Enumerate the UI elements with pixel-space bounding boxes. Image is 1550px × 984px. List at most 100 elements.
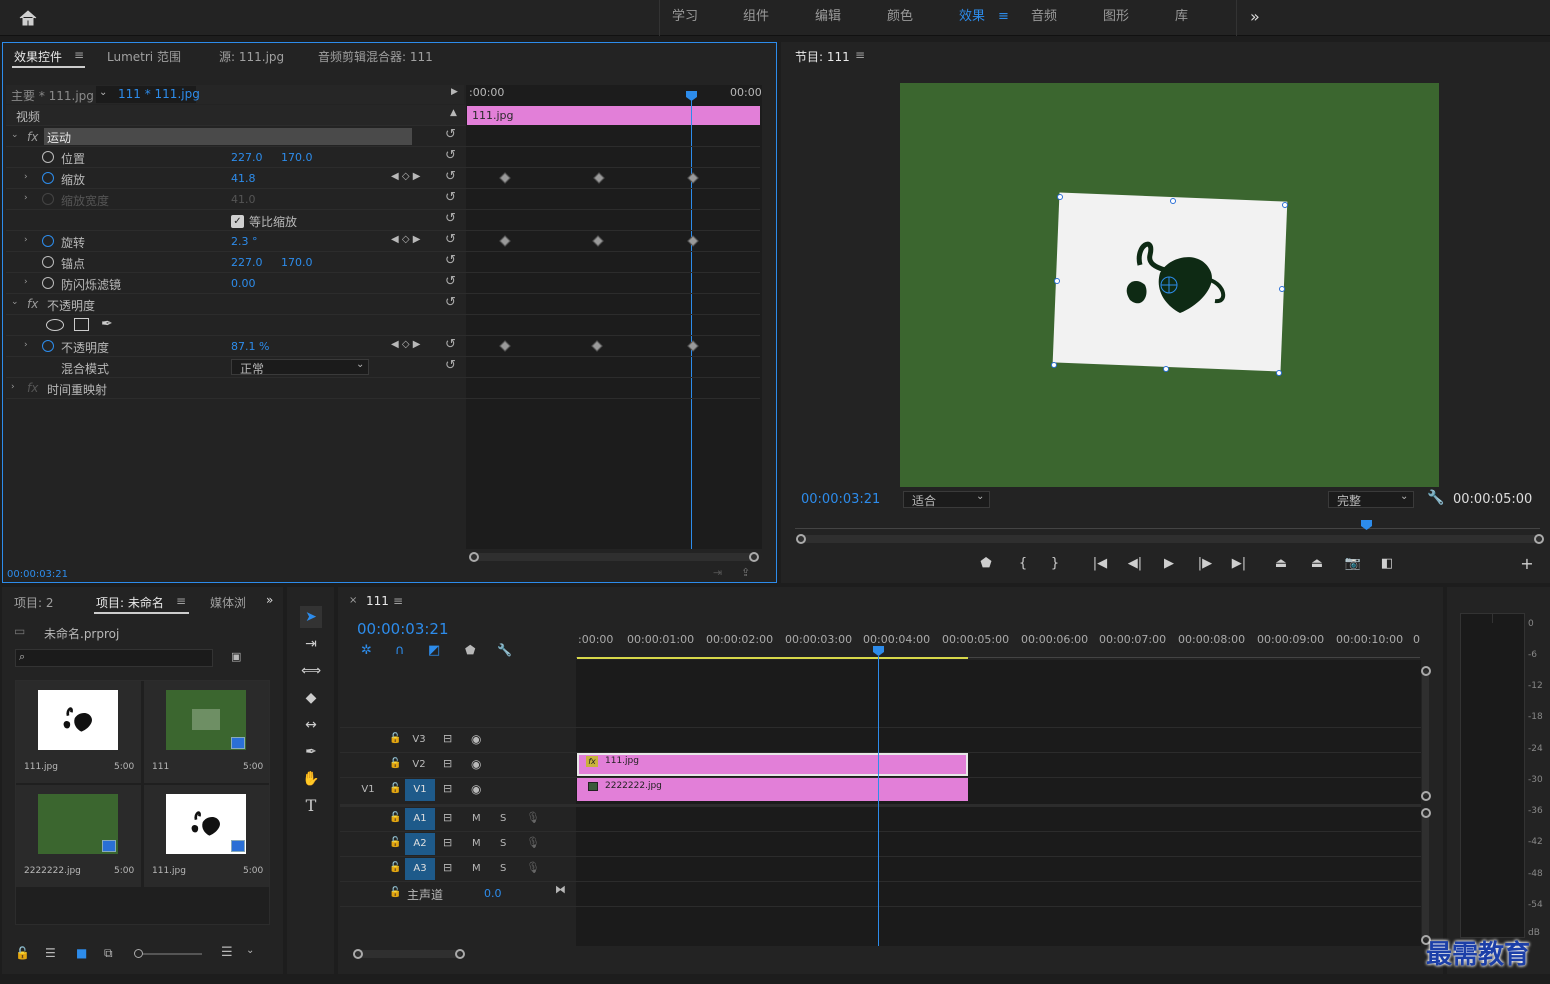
position-x-value[interactable]: 227.0 (231, 151, 263, 164)
audio-vscroll[interactable] (1422, 812, 1429, 940)
sync-icon[interactable]: ⊟ (443, 811, 452, 824)
zoom-scrollbar[interactable] (470, 553, 758, 561)
rotation-value[interactable]: 2.3 ° (231, 235, 258, 248)
extract-icon[interactable]: ⏏ (1308, 556, 1326, 572)
tab-sequence[interactable]: 111 (366, 594, 389, 608)
compare-icon[interactable]: ◧ (1378, 556, 1396, 572)
chevron-down-icon[interactable]: ⌄ (246, 945, 254, 956)
mark-in-icon[interactable]: { (1014, 556, 1032, 572)
expand-icon[interactable]: › (24, 340, 28, 350)
timeline-timecode[interactable]: 00:00:03:21 (357, 620, 449, 638)
add-marker-icon[interactable]: ⬟ (465, 643, 475, 657)
workspace-audio[interactable]: 音频 (1031, 0, 1057, 36)
step-forward-icon[interactable]: |▶ (1196, 556, 1214, 572)
track-label-v2[interactable]: V2 (409, 756, 429, 774)
reset-icon[interactable]: ↺ (445, 296, 459, 310)
scroll-handle[interactable] (353, 949, 363, 959)
scroll-handle[interactable] (1421, 666, 1431, 676)
selection-tool-icon[interactable]: ➤ (300, 606, 322, 628)
expand-icon[interactable]: › (24, 235, 28, 245)
solo-button[interactable]: S (500, 863, 506, 874)
reset-icon[interactable]: ↺ (445, 170, 459, 184)
track-label-a1[interactable]: A1 (405, 808, 435, 830)
stopwatch-icon[interactable] (42, 256, 54, 268)
transform-handle[interactable] (1170, 198, 1176, 204)
scroll-handle[interactable] (1421, 791, 1431, 801)
scroll-handle[interactable] (1534, 534, 1544, 544)
effect-timecode[interactable]: 00:00:03:21 (7, 569, 68, 580)
go-to-edit-icon[interactable]: ⧓ (555, 883, 566, 896)
track-label-a3[interactable]: A3 (405, 858, 435, 880)
go-to-in-icon[interactable]: |◀ (1091, 556, 1109, 572)
new-bin-icon[interactable]: ▣ (231, 650, 241, 663)
list-view-icon[interactable]: ☰ (45, 946, 56, 960)
panel-menu-icon[interactable]: ≡ (393, 594, 403, 608)
anchor-x-value[interactable]: 227.0 (231, 256, 263, 269)
razor-tool-icon[interactable]: ◆ (300, 687, 322, 709)
transform-handle[interactable] (1282, 202, 1288, 208)
transform-handle[interactable] (1057, 194, 1063, 200)
play-icon[interactable]: ▶ (1160, 556, 1178, 572)
track-select-tool-icon[interactable]: ⇥ (300, 633, 322, 655)
export-icon[interactable]: ⇥ (713, 566, 722, 579)
workspace-color[interactable]: 颜色 (887, 0, 913, 36)
tab-lumetri-scopes[interactable]: Lumetri 范围 (107, 48, 181, 65)
clip-selector[interactable]: 111 * 111.jpg (118, 87, 200, 101)
keyframe-nav[interactable]: ◀ ◇ ▶ (391, 171, 420, 182)
mute-button[interactable]: M (472, 863, 481, 874)
panel-menu-icon[interactable]: ≡ (176, 594, 186, 608)
master-volume-value[interactable]: 0.0 (484, 887, 502, 900)
tab-audio-clip-mixer[interactable]: 音频剪辑混合器: 111 (318, 48, 433, 65)
timeline-hscroll[interactable] (356, 950, 461, 958)
transform-handle[interactable] (1279, 286, 1285, 292)
mute-button[interactable]: M (472, 838, 481, 849)
panel-menu-icon[interactable]: ≡ (74, 48, 84, 62)
nest-icon[interactable]: ✲ (361, 643, 372, 658)
icon-view-icon[interactable]: ■ (76, 946, 87, 960)
sync-icon[interactable]: ⊟ (443, 732, 452, 745)
home-icon[interactable] (18, 9, 38, 27)
zoom-slider[interactable] (136, 953, 202, 955)
program-title[interactable]: 节目: 111 (795, 48, 850, 65)
reset-icon[interactable]: ↺ (445, 275, 459, 289)
motion-header-bar[interactable] (44, 128, 412, 145)
mic-icon[interactable]: 🎙 (526, 811, 540, 824)
expand-icon[interactable]: › (24, 172, 28, 182)
workspace-editing[interactable]: 编辑 (815, 0, 841, 36)
scroll-handle[interactable] (1421, 808, 1431, 818)
reset-icon[interactable]: ↺ (445, 212, 459, 226)
eye-icon[interactable]: ◉ (471, 757, 481, 771)
linked-selection-icon[interactable]: ◩ (428, 643, 440, 658)
share-icon[interactable]: ⇪ (741, 566, 750, 579)
reset-icon[interactable]: ↺ (445, 233, 459, 247)
camera-icon[interactable]: 📷 (1344, 556, 1362, 572)
freeform-view-icon[interactable]: ⧉ (104, 946, 113, 961)
transform-handle[interactable] (1054, 278, 1060, 284)
stopwatch-icon[interactable] (42, 235, 54, 247)
snap-icon[interactable]: ∩ (395, 643, 405, 658)
transform-handle[interactable] (1276, 370, 1282, 376)
eye-icon[interactable]: ◉ (471, 732, 481, 746)
stopwatch-icon[interactable] (42, 340, 54, 352)
lock-icon[interactable]: 🔓 (389, 862, 401, 873)
tab-media-browser[interactable]: 媒体浏 (210, 594, 246, 611)
sync-icon[interactable]: ⊟ (443, 782, 452, 795)
type-tool-icon[interactable]: T (300, 795, 322, 817)
mic-icon[interactable]: 🎙 (526, 861, 540, 874)
tab-effect-controls[interactable]: 效果控件 (14, 48, 62, 65)
anchor-y-value[interactable]: 170.0 (281, 256, 313, 269)
uniform-scale-checkbox[interactable]: ✓ (231, 215, 244, 228)
reset-icon[interactable]: ↺ (445, 338, 459, 352)
workspace-learn[interactable]: 学习 (672, 0, 698, 36)
chevron-down-icon[interactable]: ⌄ (11, 297, 19, 307)
track-label-v1[interactable]: V1 (405, 779, 435, 801)
add-button-icon[interactable]: + (1518, 556, 1536, 572)
reset-icon[interactable]: ↺ (445, 128, 459, 142)
reset-icon[interactable]: ↺ (445, 359, 459, 373)
pen-mask-icon[interactable]: ✒ (101, 316, 113, 332)
stopwatch-icon[interactable] (42, 277, 54, 289)
lock-icon[interactable]: 🔓 (389, 837, 401, 848)
lock-icon[interactable]: 🔓 (389, 783, 401, 794)
track-label-a2[interactable]: A2 (405, 833, 435, 855)
scale-value[interactable]: 41.8 (231, 172, 256, 185)
